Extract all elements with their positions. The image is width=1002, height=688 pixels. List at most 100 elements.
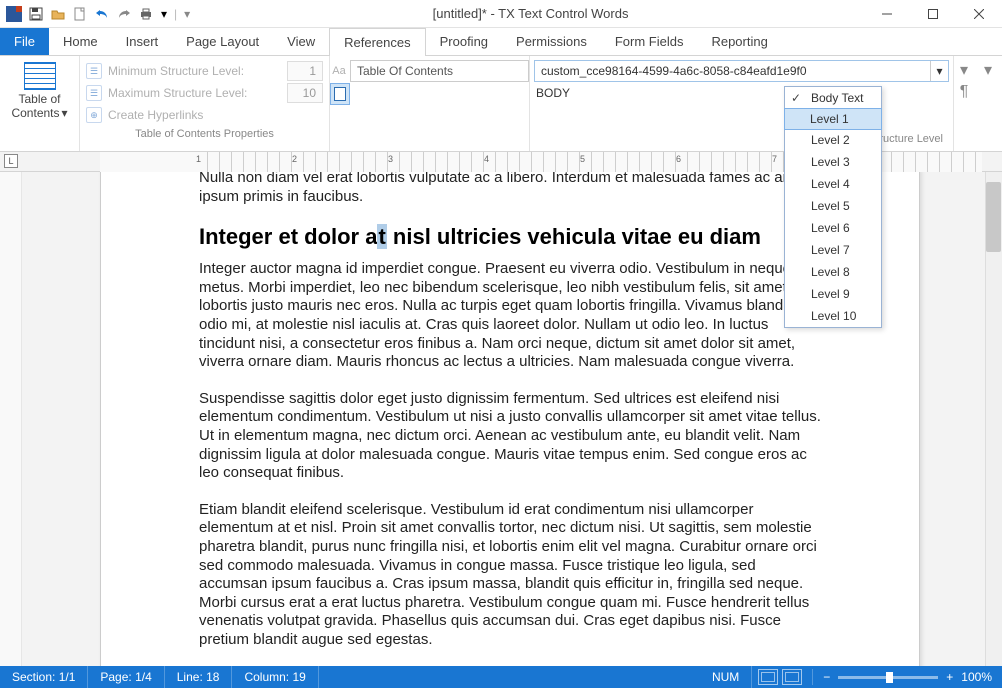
max-level-label: Maximum Structure Level: xyxy=(108,86,281,100)
ribbon-collapse-icon[interactable]: ▾ xyxy=(978,60,998,80)
level-option[interactable]: Level 8 xyxy=(785,261,881,283)
level-option-label: Level 8 xyxy=(811,265,850,279)
title-aa-icon: Aa xyxy=(330,65,348,77)
level-option-label: Level 1 xyxy=(810,112,849,126)
level-option[interactable]: Level 10 xyxy=(785,305,881,327)
update-toc-button[interactable] xyxy=(330,83,350,105)
tab-references[interactable]: References xyxy=(329,28,425,56)
view-mode-1-button[interactable] xyxy=(758,669,778,685)
level-option[interactable]: Level 5 xyxy=(785,195,881,217)
scrollbar-thumb[interactable] xyxy=(986,182,1001,252)
group-label-para-level: Paragraph Structure Level xyxy=(534,131,949,147)
tab-reporting[interactable]: Reporting xyxy=(697,28,781,55)
tab-home[interactable]: Home xyxy=(49,28,112,55)
body-paragraph[interactable]: Integer auctor magna id imperdiet congue… xyxy=(199,260,821,372)
level-option[interactable]: Level 3 xyxy=(785,151,881,173)
zoom-slider[interactable] xyxy=(838,676,938,679)
structure-level-dropdown: ✓ Body Text Level 1 Level 2 Level 3 Level 4 Le… xyxy=(784,86,882,328)
text-caret-selection: t xyxy=(377,224,386,249)
vertical-scrollbar[interactable] xyxy=(985,172,1002,666)
zoom-control: − + 100% xyxy=(813,670,1002,684)
status-column[interactable]: Column: 19 xyxy=(232,666,318,688)
zoom-in-button[interactable]: + xyxy=(946,670,953,684)
tab-permissions[interactable]: Permissions xyxy=(502,28,601,55)
print-icon[interactable] xyxy=(138,6,154,22)
ribbon-corner-controls: ▾ ¶ xyxy=(954,56,978,151)
table-of-contents-icon[interactable] xyxy=(24,62,56,90)
level-option-label: Level 6 xyxy=(811,221,850,235)
level-list-dropdown-icon[interactable]: ▾ xyxy=(954,60,974,80)
ruler-l-marker[interactable]: L xyxy=(4,154,18,168)
toc-title-group: Aa xyxy=(330,56,530,151)
ribbon-collapse-control: ▾ xyxy=(978,56,1002,151)
level-option[interactable]: Level 6 xyxy=(785,217,881,239)
new-document-icon[interactable] xyxy=(72,6,88,22)
level-option-label: Level 3 xyxy=(811,155,850,169)
window-title: [untitled]* - TX Text Control Words xyxy=(197,6,864,21)
min-level-label: Minimum Structure Level: xyxy=(108,64,281,78)
check-icon: ✓ xyxy=(791,91,801,105)
status-section[interactable]: Section: 1/1 xyxy=(0,666,88,688)
tab-form-fields[interactable]: Form Fields xyxy=(601,28,698,55)
body-label: BODY xyxy=(534,86,570,100)
level-option-label: Body Text xyxy=(811,91,863,105)
tab-file[interactable]: File xyxy=(0,28,49,55)
app-logo-icon xyxy=(6,6,22,22)
max-level-value[interactable]: 10 xyxy=(287,83,323,103)
toc-title-input[interactable] xyxy=(350,60,529,82)
min-level-value[interactable]: 1 xyxy=(287,61,323,81)
zoom-percent[interactable]: 100% xyxy=(961,670,992,684)
pilcrow-button[interactable]: ¶ xyxy=(954,82,974,102)
level-option[interactable]: Level 4 xyxy=(785,173,881,195)
close-button[interactable] xyxy=(956,0,1002,28)
vertical-ruler[interactable] xyxy=(0,172,22,666)
create-hyperlinks-label[interactable]: Create Hyperlinks xyxy=(108,108,203,122)
hyperlinks-icon: ⊕ xyxy=(86,107,102,123)
quick-access-toolbar: ▾ | ▾ xyxy=(0,6,197,22)
style-dropdown-arrow-icon[interactable]: ▾ xyxy=(930,61,948,81)
redo-icon[interactable] xyxy=(116,6,132,22)
tab-page-layout[interactable]: Page Layout xyxy=(172,28,273,55)
tab-proofing[interactable]: Proofing xyxy=(426,28,502,55)
level-option[interactable]: ✓ Body Text xyxy=(785,87,881,109)
status-line[interactable]: Line: 18 xyxy=(165,666,233,688)
tab-view[interactable]: View xyxy=(273,28,329,55)
toc-button-group: Table of Contents▾ xyxy=(0,56,80,151)
toc-properties-group: ☰ Minimum Structure Level: 1 ☰ Maximum S… xyxy=(80,56,330,151)
level-option-label: Level 2 xyxy=(811,133,850,147)
level-option[interactable]: Level 9 xyxy=(785,283,881,305)
group-label-toc: Table of Contents Properties xyxy=(86,126,323,142)
open-folder-icon[interactable] xyxy=(50,6,66,22)
level-option-label: Level 5 xyxy=(811,199,850,213)
level-option[interactable]: Level 2 xyxy=(785,129,881,151)
max-level-icon: ☰ xyxy=(86,85,102,101)
status-bar: Section: 1/1 Page: 1/4 Line: 18 Column: … xyxy=(0,666,1002,688)
minimize-button[interactable] xyxy=(864,0,910,28)
level-option-label: Level 10 xyxy=(811,309,856,323)
undo-icon[interactable] xyxy=(94,6,110,22)
level-option-label: Level 7 xyxy=(811,243,850,257)
style-dropdown-value: custom_cce98164-4599-4a6c-8058-c84eafd1e… xyxy=(541,64,807,78)
level-option[interactable]: Level 7 xyxy=(785,239,881,261)
status-num[interactable]: NUM xyxy=(700,666,752,688)
style-dropdown[interactable]: custom_cce98164-4599-4a6c-8058-c84eafd1e… xyxy=(534,60,949,82)
body-paragraph[interactable]: Suspendisse sagittis dolor eget justo di… xyxy=(199,390,821,483)
body-paragraph[interactable]: Etiam blandit eleifend scelerisque. Vest… xyxy=(199,501,821,650)
toc-button-label-1[interactable]: Table of xyxy=(18,92,60,106)
heading-2[interactable]: Integer et dolor at nisl ultricies vehic… xyxy=(199,224,821,250)
maximize-button[interactable] xyxy=(910,0,956,28)
level-option-label: Level 9 xyxy=(811,287,850,301)
print-dropdown-icon[interactable]: ▾ xyxy=(160,6,168,22)
zoom-out-button[interactable]: − xyxy=(823,670,830,684)
status-page[interactable]: Page: 1/4 xyxy=(88,666,164,688)
tab-insert[interactable]: Insert xyxy=(112,28,173,55)
view-mode-2-button[interactable] xyxy=(782,669,802,685)
toc-button-label-2[interactable]: Contents▾ xyxy=(11,106,67,120)
title-bar: ▾ | ▾ [untitled]* - TX Text Control Word… xyxy=(0,0,1002,28)
save-icon[interactable] xyxy=(28,6,44,22)
paragraph-level-group: custom_cce98164-4599-4a6c-8058-c84eafd1e… xyxy=(530,56,954,151)
qat-customize-icon[interactable]: ▾ xyxy=(183,6,191,22)
body-paragraph[interactable]: Nulla non diam vel erat lobortis vulputa… xyxy=(199,172,821,206)
level-option[interactable]: Level 1 xyxy=(784,108,882,130)
zoom-slider-knob[interactable] xyxy=(886,672,893,683)
